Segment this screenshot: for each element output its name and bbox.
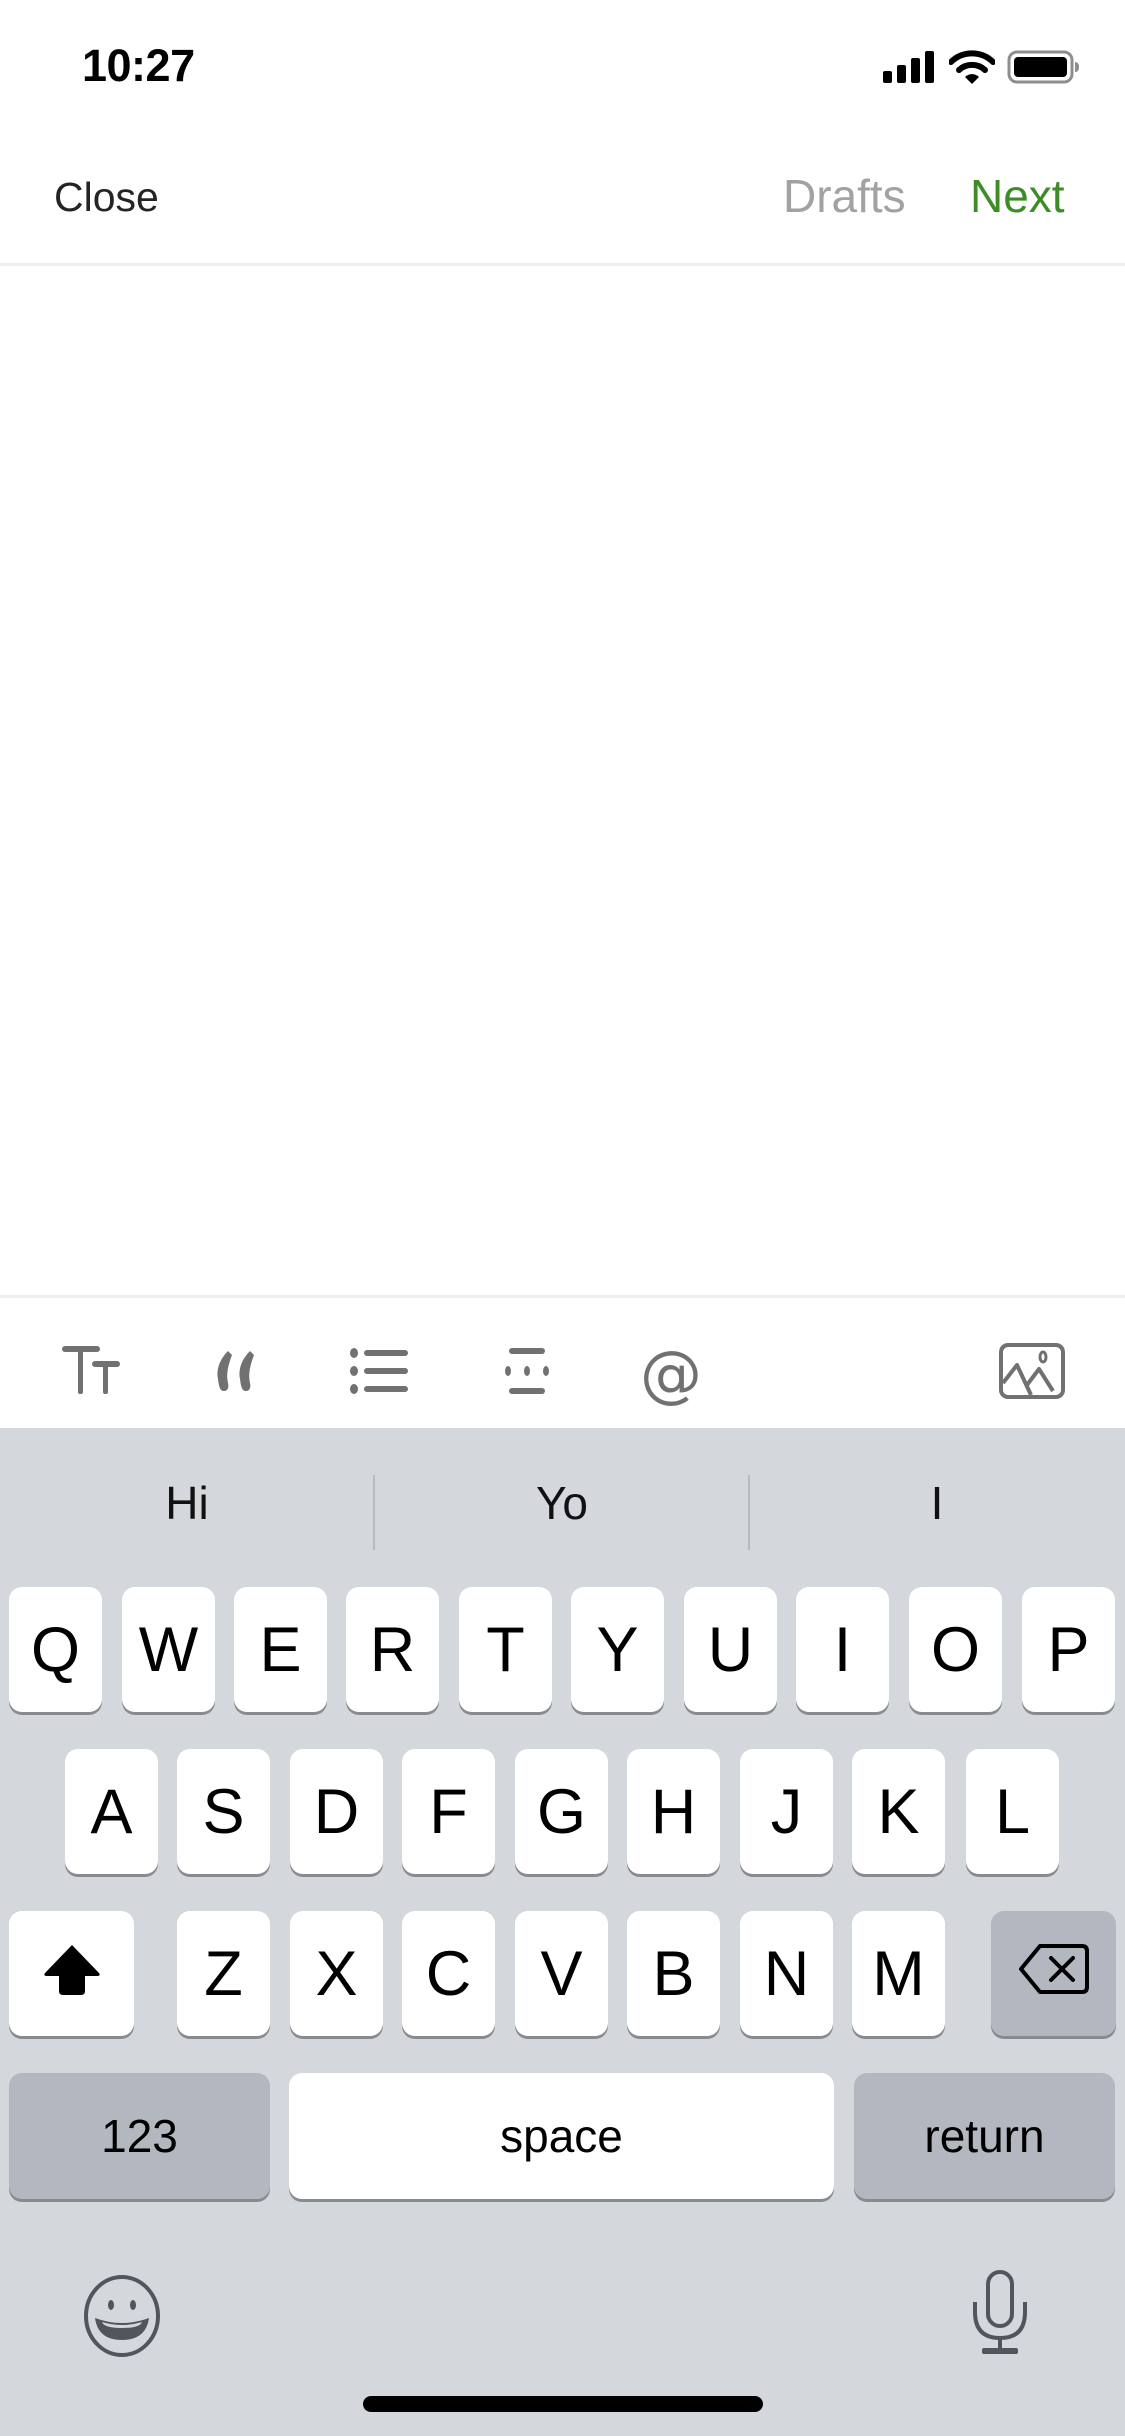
separator-icon — [502, 1347, 552, 1399]
key-v[interactable]: V — [515, 1911, 608, 2036]
key-o[interactable]: O — [909, 1587, 1002, 1712]
key-n[interactable]: N — [740, 1911, 833, 2036]
key-k[interactable]: K — [852, 1749, 945, 1874]
microphone-icon — [972, 2270, 1028, 2360]
dictation-button[interactable] — [972, 2270, 1028, 2356]
shift-key[interactable] — [9, 1911, 134, 2036]
quote-icon — [214, 1349, 260, 1398]
insert-image-button[interactable] — [997, 1338, 1067, 1408]
image-icon — [999, 1342, 1065, 1404]
suggestion-item[interactable]: Yo — [375, 1428, 749, 1578]
key-i[interactable]: I — [796, 1587, 889, 1712]
key-q[interactable]: Q — [9, 1587, 102, 1712]
return-key[interactable]: return — [854, 2073, 1115, 2199]
drafts-button[interactable]: Drafts — [783, 169, 906, 223]
key-j[interactable]: J — [740, 1749, 833, 1874]
backspace-icon — [1018, 1938, 1090, 2010]
list-button[interactable] — [345, 1338, 415, 1408]
wifi-icon — [948, 50, 996, 89]
home-indicator[interactable] — [363, 2396, 763, 2412]
key-l[interactable]: L — [966, 1749, 1059, 1874]
text-size-icon — [60, 1345, 126, 1401]
numbers-key[interactable]: 123 — [9, 2073, 270, 2199]
key-t[interactable]: T — [459, 1587, 552, 1712]
key-y[interactable]: Y — [571, 1587, 664, 1712]
key-b[interactable]: B — [627, 1911, 720, 2036]
key-h[interactable]: H — [627, 1749, 720, 1874]
key-r[interactable]: R — [346, 1587, 439, 1712]
key-c[interactable]: C — [402, 1911, 495, 2036]
separator-button[interactable] — [492, 1338, 562, 1408]
status-icons — [883, 50, 1081, 89]
next-button[interactable]: Next — [970, 169, 1065, 223]
text-size-button[interactable] — [58, 1338, 128, 1408]
header-bar: Close Drafts Next — [0, 132, 1125, 266]
key-w[interactable]: W — [122, 1587, 215, 1712]
mention-button[interactable]: @ — [636, 1336, 706, 1410]
mention-icon: @ — [640, 1336, 702, 1410]
shift-arrow-icon — [43, 1938, 101, 2010]
formatting-toolbar: @ — [0, 1295, 1125, 1428]
quote-button[interactable] — [202, 1338, 272, 1408]
delete-key[interactable] — [991, 1911, 1116, 2036]
space-key[interactable]: space — [289, 2073, 834, 2199]
bulleted-list-icon — [350, 1347, 410, 1399]
key-p[interactable]: P — [1022, 1587, 1115, 1712]
suggestion-item[interactable]: I — [750, 1428, 1124, 1578]
key-d[interactable]: D — [290, 1749, 383, 1874]
key-m[interactable]: M — [852, 1911, 945, 2036]
key-s[interactable]: S — [177, 1749, 270, 1874]
battery-icon — [1007, 50, 1081, 89]
emoji-icon — [82, 2275, 162, 2362]
key-f[interactable]: F — [402, 1749, 495, 1874]
suggestion-item[interactable]: Hi — [0, 1428, 374, 1578]
key-e[interactable]: E — [234, 1587, 327, 1712]
close-button[interactable]: Close — [54, 174, 159, 221]
keyboard: Hi Yo I Q W E R T Y U I O P A S D F G H … — [0, 1428, 1125, 2436]
key-g[interactable]: G — [515, 1749, 608, 1874]
key-a[interactable]: A — [65, 1749, 158, 1874]
key-u[interactable]: U — [684, 1587, 777, 1712]
key-x[interactable]: X — [290, 1911, 383, 2036]
status-time: 10:27 — [82, 40, 195, 91]
emoji-button[interactable] — [82, 2274, 162, 2358]
suggestion-bar: Hi Yo I — [0, 1428, 1125, 1578]
status-bar: 10:27 — [0, 0, 1125, 132]
post-editor[interactable] — [0, 268, 1125, 1295]
key-z[interactable]: Z — [177, 1911, 270, 2036]
cellular-signal-icon — [883, 51, 937, 88]
